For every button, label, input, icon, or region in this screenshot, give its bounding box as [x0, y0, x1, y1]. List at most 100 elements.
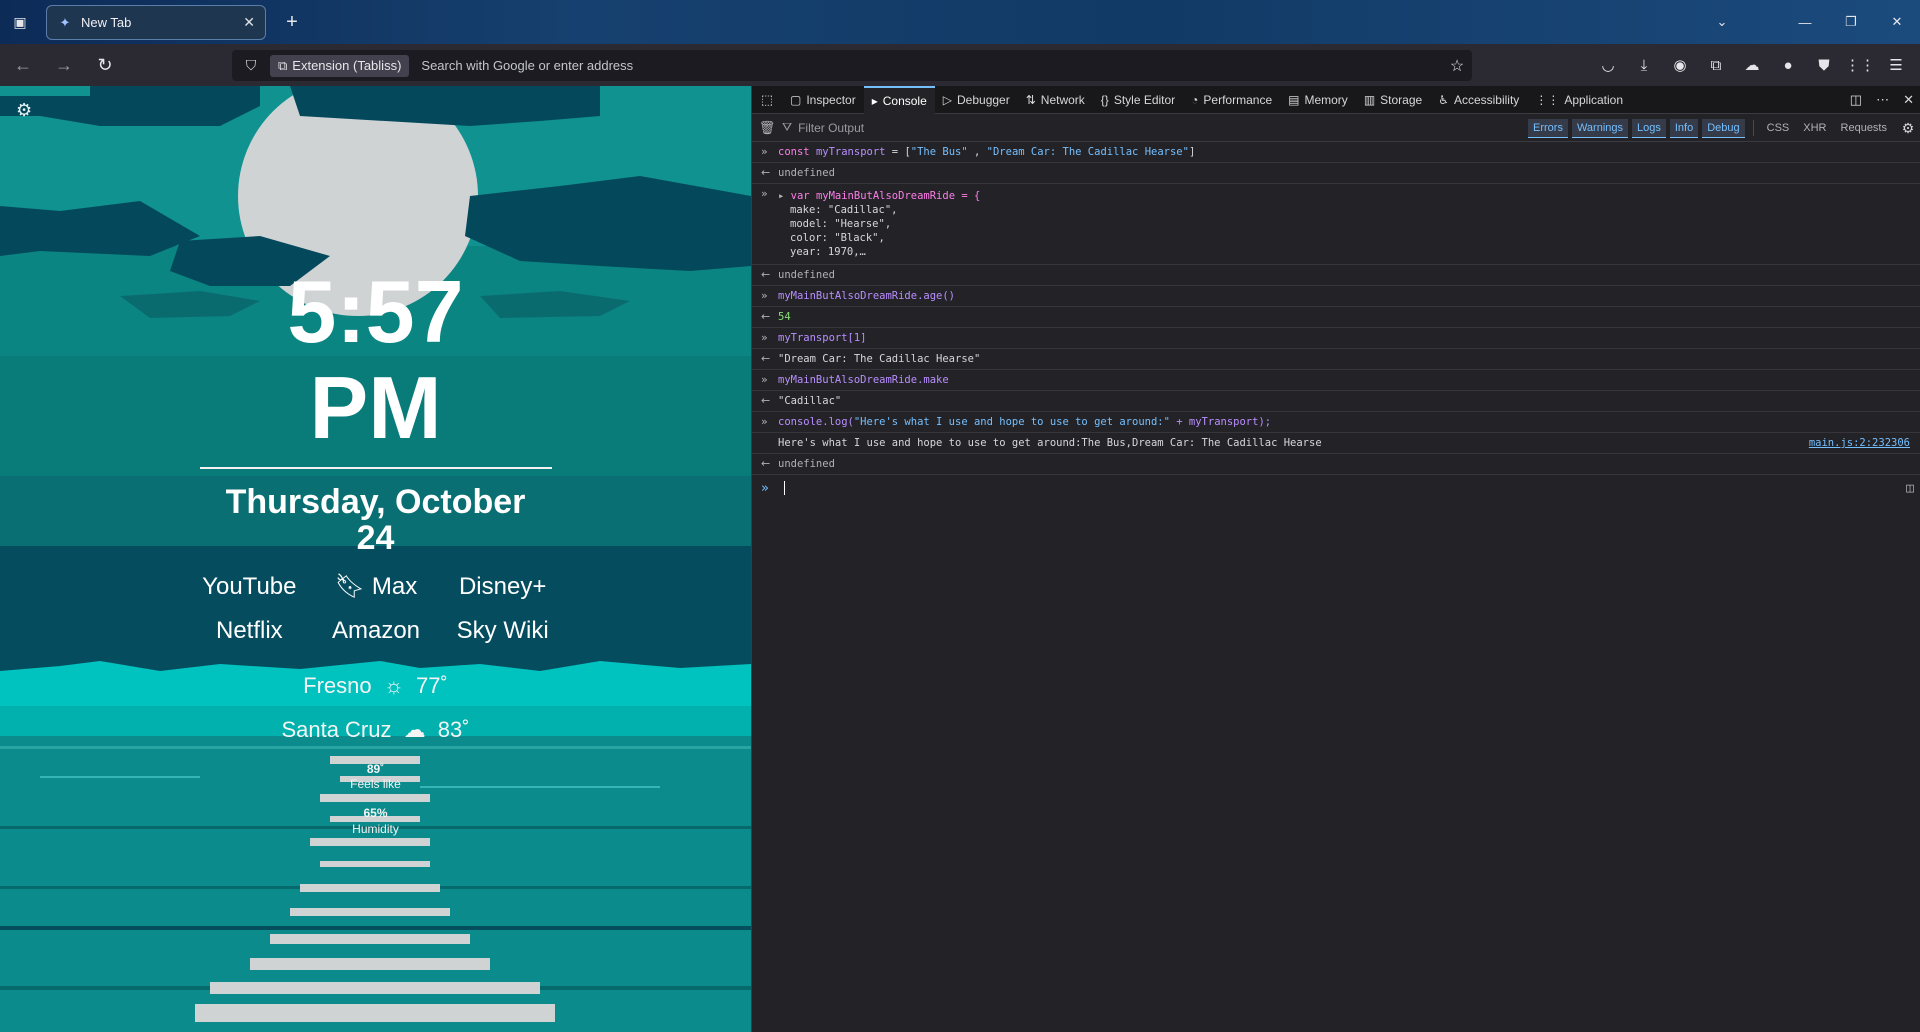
- console-input-line[interactable]: » myTransport[1]: [752, 328, 1920, 349]
- puzzle-icon: ⧉: [278, 57, 288, 73]
- filter-css[interactable]: CSS: [1762, 119, 1795, 137]
- filter-xhr[interactable]: XHR: [1798, 119, 1831, 137]
- tab-application[interactable]: ⋮⋮ Application: [1527, 86, 1631, 114]
- link-netflix[interactable]: Netflix: [186, 616, 313, 646]
- console-input-line[interactable]: » ▸ var myMainButAlsoDreamRide = { make:…: [752, 184, 1920, 265]
- filter-warnings[interactable]: Warnings: [1571, 118, 1629, 138]
- account-icon[interactable]: ◉: [1662, 49, 1698, 81]
- filter-requests[interactable]: Requests: [1836, 119, 1892, 137]
- result-value: "Dream Car: The Cadillac Hearse": [778, 353, 981, 365]
- downloads-icon[interactable]: ⤓: [1626, 49, 1662, 81]
- filter-logs[interactable]: Logs: [1632, 118, 1666, 138]
- bookmark-star-icon[interactable]: ☆: [1442, 56, 1472, 76]
- code-call: console.log(: [778, 416, 854, 428]
- link-youtube[interactable]: YouTube: [186, 572, 313, 602]
- console-settings-gear-icon[interactable]: ⚙: [1896, 120, 1920, 137]
- input-chevron-icon: »: [761, 331, 768, 344]
- tab-debugger[interactable]: ▷ Debugger: [935, 86, 1018, 114]
- devtools-toolbar-right: ◫ ⋯ ✕: [1850, 86, 1914, 114]
- browser-titlebar: ▣ ✦ New Tab ✕ + ⌄ — ❐ ✕: [0, 0, 1920, 44]
- filter-errors[interactable]: Errors: [1528, 118, 1568, 138]
- feels-like-value: 89˚: [366, 762, 385, 776]
- code-line: var myMainButAlsoDreamRide = {: [790, 190, 981, 202]
- code-line: myMainButAlsoDreamRide.make: [778, 374, 949, 386]
- code-line: year: 1970,…: [790, 246, 866, 258]
- extension-1-icon[interactable]: ☁: [1734, 49, 1770, 81]
- memory-icon: ▤: [1288, 92, 1300, 107]
- application-icon: ⋮⋮: [1535, 92, 1560, 107]
- close-devtools-icon[interactable]: ✕: [1903, 92, 1914, 108]
- console-result-line: ← "Cadillac": [752, 391, 1920, 412]
- link-disney-plus[interactable]: Disney+: [439, 572, 566, 602]
- weather-city: Santa Cruz: [281, 717, 392, 742]
- weather-temp: 77˚: [416, 673, 448, 698]
- expand-triangle-icon[interactable]: ▸: [778, 190, 791, 202]
- new-tab-button[interactable]: +: [278, 8, 306, 36]
- console-result-line: ← "Dream Car: The Cadillac Hearse": [752, 349, 1920, 370]
- tab-style-editor[interactable]: {} Style Editor: [1093, 86, 1183, 114]
- extension-identity-chip[interactable]: ⧉ Extension (Tabliss): [270, 54, 410, 77]
- source-location-link[interactable]: main.js:2:232306: [1809, 436, 1910, 450]
- tab-performance[interactable]: ◔ Performance: [1183, 86, 1280, 114]
- element-picker-icon[interactable]: ⬚: [752, 92, 782, 108]
- clear-console-icon[interactable]: 🗑︎: [752, 120, 782, 136]
- devtools-menu-icon[interactable]: ⋯: [1876, 92, 1889, 108]
- link-sky-wiki[interactable]: Sky Wiki: [439, 616, 566, 646]
- result-arrow-icon: ←: [761, 457, 771, 470]
- extensions-icon[interactable]: ⧉: [1698, 49, 1734, 81]
- pocket-icon[interactable]: ◡: [1590, 49, 1626, 81]
- settings-gear-icon[interactable]: ⚙: [16, 100, 32, 121]
- cloud-icon: ☁: [403, 717, 426, 742]
- filter-debug[interactable]: Debug: [1702, 118, 1745, 138]
- tab-label: Style Editor: [1113, 92, 1176, 107]
- close-window-icon[interactable]: ✕: [1874, 0, 1920, 44]
- result-value: undefined: [778, 269, 835, 281]
- result-arrow-icon: ←: [761, 352, 771, 365]
- ublock-icon[interactable]: ⛊: [1806, 49, 1842, 81]
- tab-inspector[interactable]: ▢ Inspector: [782, 86, 864, 114]
- tab-title: New Tab: [81, 15, 132, 30]
- console-input-line[interactable]: » myMainButAlsoDreamRide.make: [752, 370, 1920, 391]
- reload-icon[interactable]: ↻: [87, 49, 123, 81]
- pixel-sea-background: [0, 86, 751, 1032]
- tab-accessibility[interactable]: ♿︎ Accessibility: [1430, 86, 1527, 114]
- minimize-icon[interactable]: —: [1782, 0, 1828, 44]
- editor-mode-toggle-icon[interactable]: ◫: [1906, 481, 1914, 496]
- url-input[interactable]: Search with Google or enter address: [421, 58, 1442, 73]
- humidity-label: Humidity: [352, 822, 399, 836]
- date-line-1: Thursday, October: [225, 483, 526, 521]
- restore-icon[interactable]: ❐: [1828, 0, 1874, 44]
- apps-grid-icon[interactable]: ⋮⋮: [1842, 49, 1878, 81]
- console-input-line[interactable]: » console.log("Here's what I use and hop…: [752, 412, 1920, 433]
- console-input-line[interactable]: » myMainButAlsoDreamRide.age(): [752, 286, 1920, 307]
- accessibility-icon: ♿︎: [1438, 92, 1449, 107]
- close-tab-icon[interactable]: ✕: [243, 14, 255, 31]
- tab-network[interactable]: ⇅ Network: [1018, 86, 1093, 114]
- dock-side-icon[interactable]: ◫: [1850, 92, 1862, 108]
- tab-memory[interactable]: ▤ Memory: [1280, 86, 1356, 114]
- tab-label: Inspector: [806, 92, 856, 107]
- weather-fresno[interactable]: Fresno ☼ 77˚: [0, 672, 751, 700]
- tab-label: Network: [1040, 92, 1085, 107]
- weather-santa-cruz[interactable]: Santa Cruz ☁ 83˚: [0, 716, 751, 744]
- extension-2-icon[interactable]: ●: [1770, 49, 1806, 81]
- tab-console[interactable]: ▸ Console: [863, 85, 935, 114]
- quick-links: YouTube 🔖︎ Max Disney+ Netflix Amazon Sk…: [186, 572, 566, 646]
- menu-icon[interactable]: ☰: [1878, 49, 1914, 81]
- console-input-line[interactable]: » const myTransport = ["The Bus" , "Drea…: [752, 142, 1920, 163]
- tab-label: Application: [1564, 92, 1624, 107]
- tab-storage[interactable]: ▥ Storage: [1356, 86, 1430, 114]
- url-bar[interactable]: ⛉ ⧉ Extension (Tabliss) Search with Goog…: [232, 50, 1472, 81]
- tab-new-tab[interactable]: ✦ New Tab ✕: [46, 5, 266, 40]
- tracking-protection-icon[interactable]: ⛉: [240, 57, 262, 74]
- forward-icon[interactable]: →: [46, 49, 82, 81]
- firefox-view-icon[interactable]: ▣: [0, 0, 40, 44]
- link-amazon[interactable]: Amazon: [313, 616, 440, 646]
- filter-info[interactable]: Info: [1669, 118, 1699, 138]
- log-message: Here's what I use and hope to use to get…: [778, 437, 1322, 449]
- filter-output-input[interactable]: ⛛ Filter Output: [782, 120, 864, 135]
- link-max[interactable]: 🔖︎ Max: [313, 572, 440, 602]
- console-input-prompt[interactable]: » ◫: [752, 475, 1920, 503]
- back-icon[interactable]: ←: [5, 49, 41, 81]
- list-all-tabs-icon[interactable]: ⌄: [1704, 0, 1740, 44]
